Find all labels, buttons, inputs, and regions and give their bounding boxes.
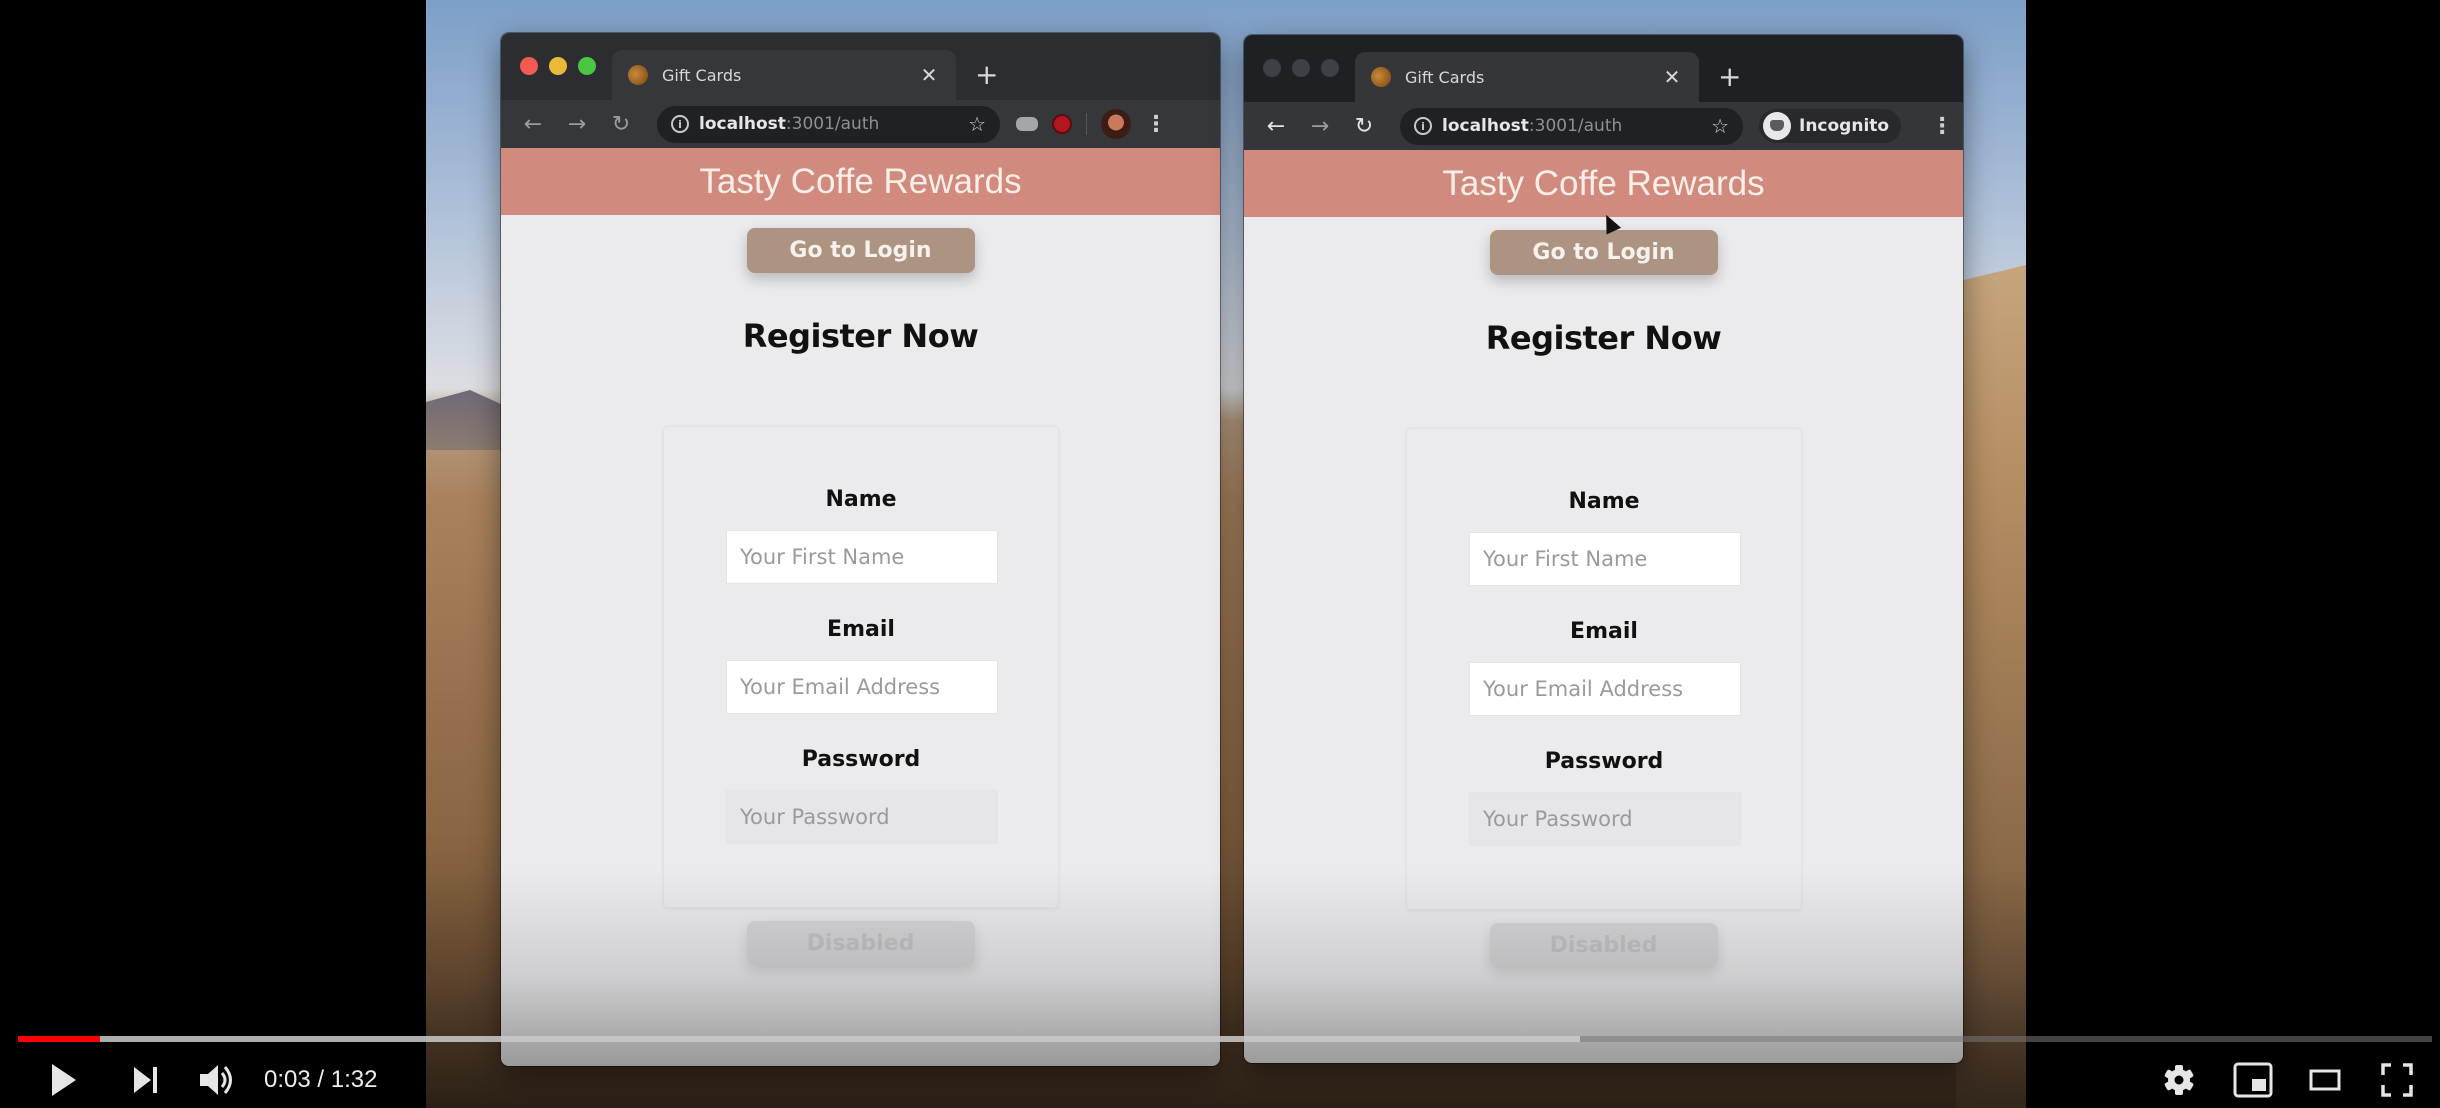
volume-icon <box>200 1065 232 1095</box>
new-tab-button[interactable]: + <box>1718 63 1741 91</box>
browser-window-normal: Gift Cards ✕ + ← → ↻ i localhost :3001/a… <box>501 33 1220 1066</box>
progress-bar[interactable] <box>18 1036 2432 1042</box>
tab-strip: Gift Cards ✕ + <box>501 33 1220 100</box>
duration: 1:32 <box>330 1066 378 1093</box>
incognito-badge[interactable]: Incognito <box>1759 109 1902 143</box>
tab-gift-cards[interactable]: Gift Cards ✕ <box>1355 52 1699 102</box>
fullscreen-button[interactable] <box>2372 1058 2422 1102</box>
play-icon <box>52 1064 76 1096</box>
extension-red-icon[interactable] <box>1052 114 1072 134</box>
page-title: Register Now <box>742 317 979 355</box>
url-path: :3001/auth <box>785 114 880 134</box>
forward-button[interactable]: → <box>555 112 599 137</box>
close-window-button[interactable] <box>520 57 538 75</box>
tab-title: Gift Cards <box>662 65 742 85</box>
name-input[interactable] <box>726 530 998 584</box>
tab-title: Gift Cards <box>1405 67 1485 87</box>
name-label: Name <box>1568 489 1640 514</box>
minimize-window-button[interactable] <box>549 57 567 75</box>
maximize-window-button[interactable] <box>578 57 596 75</box>
app-header: Tasty Coffe Rewards <box>1244 150 1963 217</box>
settings-button[interactable] <box>2154 1058 2204 1102</box>
time-display: 0:03 / 1:32 <box>264 1066 377 1094</box>
password-input[interactable] <box>726 790 998 844</box>
web-page: Tasty Coffe Rewards Go to Login Register… <box>501 148 1220 1066</box>
reload-button[interactable]: ↻ <box>599 112 643 137</box>
app-header: Tasty Coffe Rewards <box>501 148 1220 215</box>
forward-button[interactable]: → <box>1298 114 1342 139</box>
submit-button-disabled: Disabled <box>1489 923 1718 967</box>
window-controls <box>520 57 596 75</box>
window-controls <box>1263 59 1339 77</box>
play-button[interactable] <box>40 1058 88 1102</box>
close-window-button[interactable] <box>1263 59 1281 77</box>
minimize-window-button[interactable] <box>1292 59 1310 77</box>
register-form: Name Email Password <box>1406 428 1802 910</box>
password-label: Password <box>1544 749 1664 774</box>
volume-button[interactable] <box>192 1058 242 1102</box>
maximize-window-button[interactable] <box>1321 59 1339 77</box>
current-time: 0:03 <box>264 1066 311 1093</box>
extensions <box>1016 109 1131 139</box>
next-icon <box>134 1067 157 1093</box>
register-form: Name Email Password <box>663 426 1059 908</box>
reload-button[interactable]: ↻ <box>1342 114 1386 139</box>
browser-toolbar: ← → ↻ i localhost :3001/auth ☆ Incognito… <box>1244 102 1963 150</box>
password-label: Password <box>801 747 921 772</box>
email-input[interactable] <box>726 660 998 714</box>
email-input[interactable] <box>1469 662 1741 716</box>
video-frame[interactable]: Gift Cards ✕ + ← → ↻ i localhost :3001/a… <box>426 0 2026 1108</box>
profile-avatar[interactable] <box>1101 109 1131 139</box>
time-separator: / <box>317 1066 331 1093</box>
password-input[interactable] <box>1469 792 1741 846</box>
address-bar[interactable]: i localhost :3001/auth ☆ <box>657 105 1000 143</box>
browser-menu-icon[interactable]: ⋮ <box>1145 112 1167 137</box>
name-label: Name <box>825 487 897 512</box>
name-input[interactable] <box>1469 532 1741 586</box>
browser-menu-icon[interactable]: ⋮ <box>1931 114 1953 139</box>
miniplayer-icon <box>2233 1062 2273 1098</box>
incognito-icon <box>1763 112 1791 140</box>
next-button[interactable] <box>122 1058 170 1102</box>
progress-played <box>18 1036 101 1042</box>
info-icon[interactable]: i <box>671 115 689 133</box>
back-button[interactable]: ← <box>1254 114 1298 139</box>
close-tab-icon[interactable]: ✕ <box>1661 65 1683 89</box>
coffee-bean-icon <box>624 61 652 89</box>
coffee-bean-icon <box>1367 63 1395 91</box>
player-controls: 0:03 / 1:32 <box>0 1052 2440 1108</box>
browser-toolbar: ← → ↻ i localhost :3001/auth ☆ ⋮ <box>501 100 1220 148</box>
go-to-login-button[interactable]: Go to Login <box>1489 230 1718 275</box>
web-page: Tasty Coffe Rewards Go to Login Register… <box>1244 150 1963 1063</box>
toolbar-divider <box>1086 113 1087 135</box>
theater-mode-icon <box>2309 1069 2341 1091</box>
extension-cloud-icon[interactable] <box>1016 117 1038 131</box>
url-path: :3001/auth <box>1528 116 1623 136</box>
browser-window-incognito: Gift Cards ✕ + ← → ↻ i localhost :3001/a… <box>1244 35 1963 1063</box>
email-label: Email <box>827 617 895 642</box>
tab-strip: Gift Cards ✕ + <box>1244 35 1963 102</box>
incognito-label: Incognito <box>1799 116 1890 136</box>
go-to-login-button[interactable]: Go to Login <box>746 228 975 273</box>
bookmark-star-icon[interactable]: ☆ <box>968 112 986 136</box>
wallpaper-dune <box>1956 265 2026 1108</box>
new-tab-button[interactable]: + <box>975 61 998 89</box>
tab-gift-cards[interactable]: Gift Cards ✕ <box>612 50 956 100</box>
theater-mode-button[interactable] <box>2300 1058 2350 1102</box>
back-button[interactable]: ← <box>511 112 555 137</box>
url-host: localhost <box>699 114 786 134</box>
info-icon[interactable]: i <box>1414 117 1432 135</box>
url-host: localhost <box>1442 116 1529 136</box>
page-title: Register Now <box>1485 319 1722 357</box>
submit-button-disabled: Disabled <box>746 921 975 965</box>
bookmark-star-icon[interactable]: ☆ <box>1711 114 1729 138</box>
address-bar[interactable]: i localhost :3001/auth ☆ <box>1400 107 1743 145</box>
email-label: Email <box>1570 619 1638 644</box>
close-tab-icon[interactable]: ✕ <box>918 63 940 87</box>
gear-icon <box>2164 1065 2194 1095</box>
fullscreen-icon <box>2381 1063 2413 1097</box>
progress-buffered <box>18 1036 1580 1042</box>
miniplayer-button[interactable] <box>2228 1058 2278 1102</box>
